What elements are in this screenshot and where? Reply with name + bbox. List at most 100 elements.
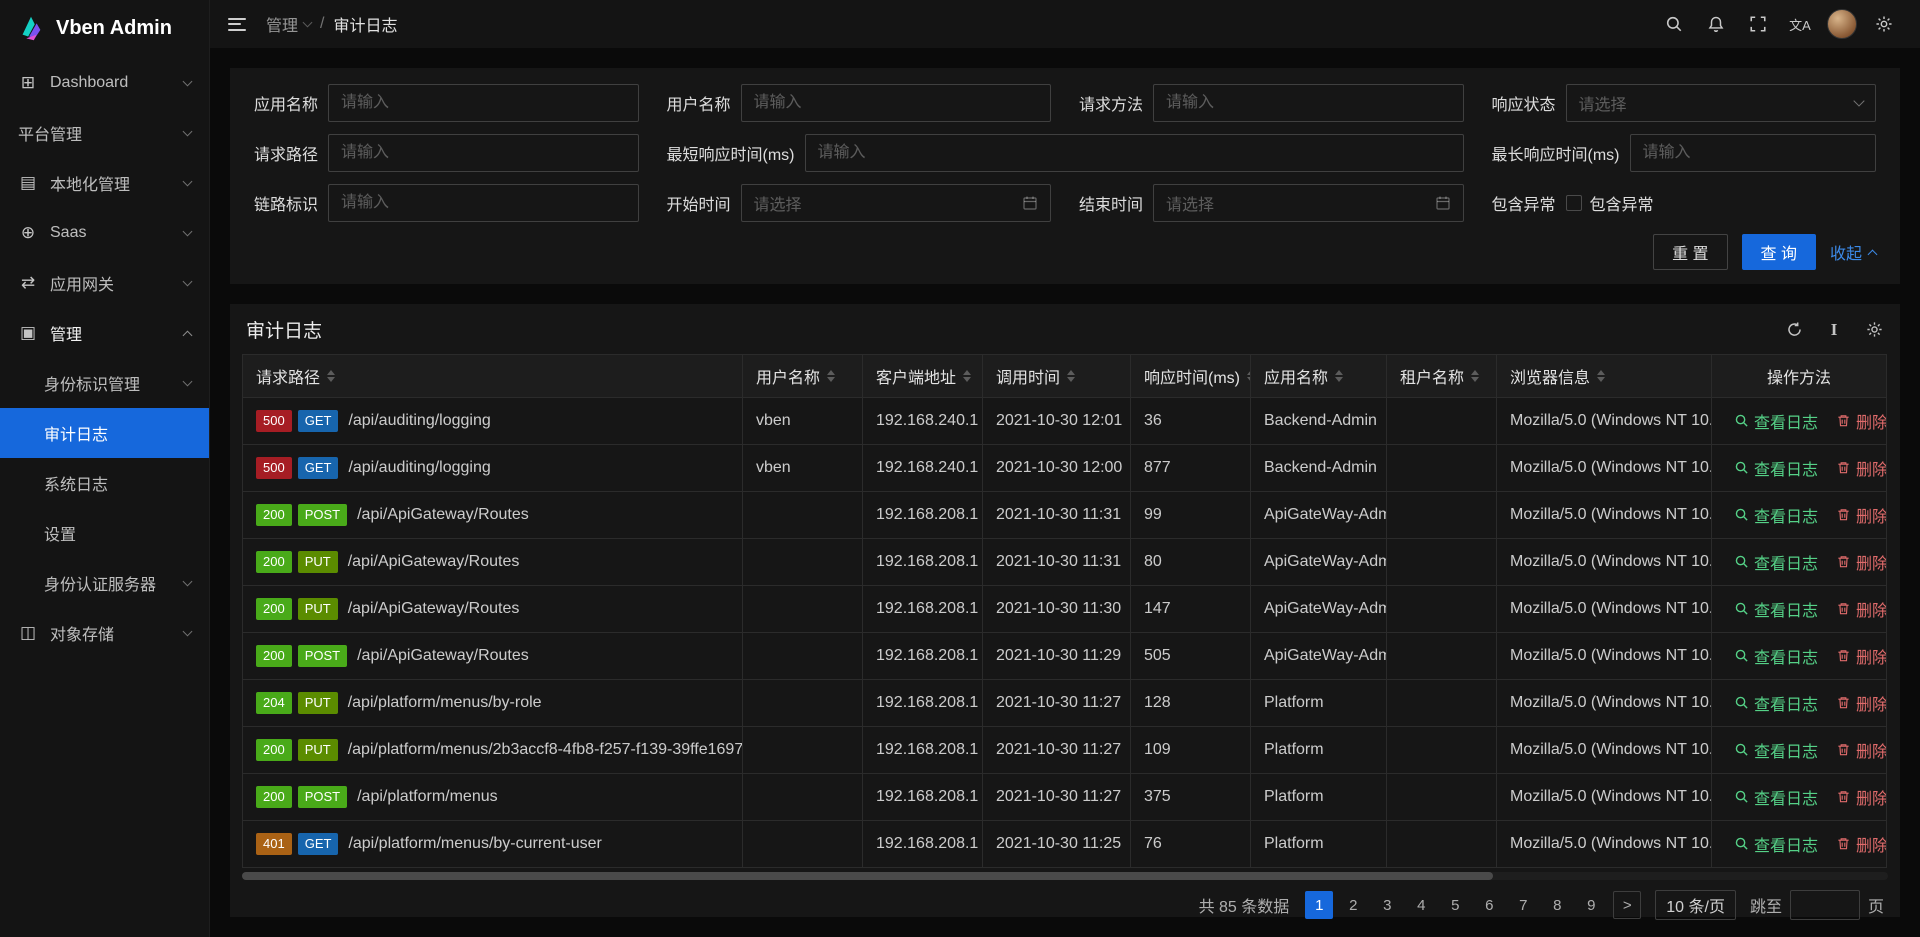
- view-log-button[interactable]: 查看日志: [1734, 550, 1818, 574]
- trace-id-input[interactable]: [341, 185, 625, 221]
- page-jump-input[interactable]: [1790, 890, 1860, 920]
- view-log-button[interactable]: 查看日志: [1734, 691, 1818, 715]
- search-icon[interactable]: [1656, 6, 1692, 42]
- delete-button[interactable]: 删除: [1836, 409, 1886, 433]
- request-method-input[interactable]: [1166, 85, 1450, 121]
- view-log-button[interactable]: 查看日志: [1734, 456, 1818, 480]
- page-button-9[interactable]: 9: [1577, 891, 1605, 919]
- view-log-button[interactable]: 查看日志: [1734, 832, 1818, 856]
- delete-button[interactable]: 删除: [1836, 597, 1886, 621]
- delete-button[interactable]: 删除: [1836, 456, 1886, 480]
- min-response-time-input[interactable]: [818, 135, 1451, 171]
- breadcrumb-root[interactable]: 管理: [266, 12, 311, 36]
- sidebar-item-admin[interactable]: ▣管理: [0, 308, 209, 358]
- page-button-6[interactable]: 6: [1475, 891, 1503, 919]
- column-header[interactable]: 应用名称: [1251, 355, 1387, 398]
- fullscreen-icon[interactable]: [1740, 6, 1776, 42]
- column-header[interactable]: 租户名称: [1387, 355, 1497, 398]
- page-button-8[interactable]: 8: [1543, 891, 1571, 919]
- sidebar-item-gateway[interactable]: ⇄应用网关: [0, 258, 209, 308]
- delete-button[interactable]: 删除: [1836, 785, 1886, 809]
- sidebar-item-auth-server[interactable]: 身份认证服务器: [0, 558, 209, 608]
- view-log-button[interactable]: 查看日志: [1734, 785, 1818, 809]
- view-log-button[interactable]: 查看日志: [1734, 503, 1818, 527]
- topbar: 管理 / 审计日志 文A: [210, 0, 1920, 48]
- call-time-cell: 2021-10-30 11:27: [983, 727, 1131, 774]
- page-button-5[interactable]: 5: [1441, 891, 1469, 919]
- sidebar-item-localization[interactable]: ▤本地化管理: [0, 158, 209, 208]
- view-log-button[interactable]: 查看日志: [1734, 644, 1818, 668]
- sort-icon[interactable]: [1471, 370, 1479, 382]
- page-button-4[interactable]: 4: [1407, 891, 1435, 919]
- sort-icon[interactable]: [1597, 370, 1605, 382]
- scrollbar-thumb[interactable]: [242, 872, 1493, 880]
- app-logo[interactable]: Vben Admin: [0, 0, 209, 56]
- delete-button[interactable]: 删除: [1836, 644, 1886, 668]
- filter-label: 链路标识: [254, 191, 318, 215]
- horizontal-scrollbar[interactable]: [242, 872, 1888, 880]
- reset-button[interactable]: 重 置: [1653, 234, 1727, 270]
- end-time-date-picker[interactable]: 请选择: [1153, 184, 1463, 222]
- view-log-button[interactable]: 查看日志: [1734, 597, 1818, 621]
- sort-icon[interactable]: [1335, 370, 1343, 382]
- sidebar-item-system-log[interactable]: 系统日志: [0, 458, 209, 508]
- max-response-time-input[interactable]: [1643, 135, 1864, 171]
- call-time-cell: 2021-10-30 11:30: [983, 586, 1131, 633]
- request-path-cell: 500GET/api/auditing/logging: [243, 445, 743, 492]
- search-button[interactable]: 查 询: [1742, 234, 1816, 270]
- status-badge: 200: [256, 645, 292, 667]
- sidebar-item-label: 审计日志: [44, 421, 191, 445]
- sidebar-item-audit-log[interactable]: 审计日志: [0, 408, 209, 458]
- user-name-input[interactable]: [754, 85, 1038, 121]
- avatar[interactable]: [1824, 6, 1860, 42]
- column-header[interactable]: 调用时间: [983, 355, 1131, 398]
- view-log-button[interactable]: 查看日志: [1734, 738, 1818, 762]
- client-ip-cell: 192.168.208.1: [863, 774, 983, 821]
- sort-icon[interactable]: [1067, 370, 1075, 382]
- request-path-input[interactable]: [341, 135, 625, 171]
- delete-button[interactable]: 删除: [1836, 738, 1886, 762]
- view-log-button[interactable]: 查看日志: [1734, 409, 1818, 433]
- sidebar-collapse-icon[interactable]: [228, 18, 246, 31]
- sidebar-item-dashboard[interactable]: ⊞Dashboard: [0, 58, 209, 108]
- delete-button[interactable]: 删除: [1836, 550, 1886, 574]
- sidebar-item-identity[interactable]: 身份标识管理: [0, 358, 209, 408]
- column-header[interactable]: 请求路径: [243, 355, 743, 398]
- response-ms-cell: 505: [1131, 633, 1251, 680]
- column-header[interactable]: 客户端地址: [863, 355, 983, 398]
- column-settings-gear-icon[interactable]: [1864, 319, 1884, 339]
- settings-gear-icon[interactable]: [1866, 6, 1902, 42]
- response-status-select[interactable]: 请选择: [1566, 84, 1876, 122]
- page-button-3[interactable]: 3: [1373, 891, 1401, 919]
- page-button-7[interactable]: 7: [1509, 891, 1537, 919]
- locale-icon[interactable]: 文A: [1782, 6, 1818, 42]
- page-button-2[interactable]: 2: [1339, 891, 1367, 919]
- column-label: 操作方法: [1767, 364, 1831, 388]
- column-header[interactable]: 浏览器信息: [1497, 355, 1712, 398]
- sort-icon[interactable]: [827, 370, 835, 382]
- sidebar-item-settings[interactable]: 设置: [0, 508, 209, 558]
- sidebar-item-storage[interactable]: ◫对象存储: [0, 608, 209, 658]
- delete-button[interactable]: 删除: [1836, 503, 1886, 527]
- sidebar-item-saas[interactable]: ⊕Saas: [0, 208, 209, 258]
- sidebar-item-platform[interactable]: 平台管理: [0, 108, 209, 158]
- delete-button[interactable]: 删除: [1836, 691, 1886, 715]
- sidebar-item-label: 系统日志: [44, 471, 191, 495]
- include-exception-checkbox[interactable]: [1566, 195, 1582, 211]
- sort-icon[interactable]: [963, 370, 971, 382]
- notification-bell-icon[interactable]: [1698, 6, 1734, 42]
- app-name-input[interactable]: [341, 85, 625, 121]
- page-size-select[interactable]: 10 条/页: [1655, 890, 1736, 920]
- row-height-icon[interactable]: I: [1824, 319, 1844, 339]
- app-name-cell: Backend-Admin: [1251, 398, 1387, 445]
- column-header[interactable]: 用户名称: [743, 355, 863, 398]
- start-time-date-picker[interactable]: 请选择: [741, 184, 1051, 222]
- page-button-1[interactable]: 1: [1305, 891, 1333, 919]
- sort-icon[interactable]: [327, 370, 335, 382]
- column-header[interactable]: 响应时间(ms): [1131, 355, 1251, 398]
- delete-button[interactable]: 删除: [1836, 832, 1886, 856]
- collapse-filters-link[interactable]: 收起: [1830, 240, 1876, 264]
- sort-icon[interactable]: [1247, 370, 1251, 382]
- next-page-button[interactable]: >: [1613, 891, 1641, 919]
- refresh-icon[interactable]: [1784, 319, 1804, 339]
